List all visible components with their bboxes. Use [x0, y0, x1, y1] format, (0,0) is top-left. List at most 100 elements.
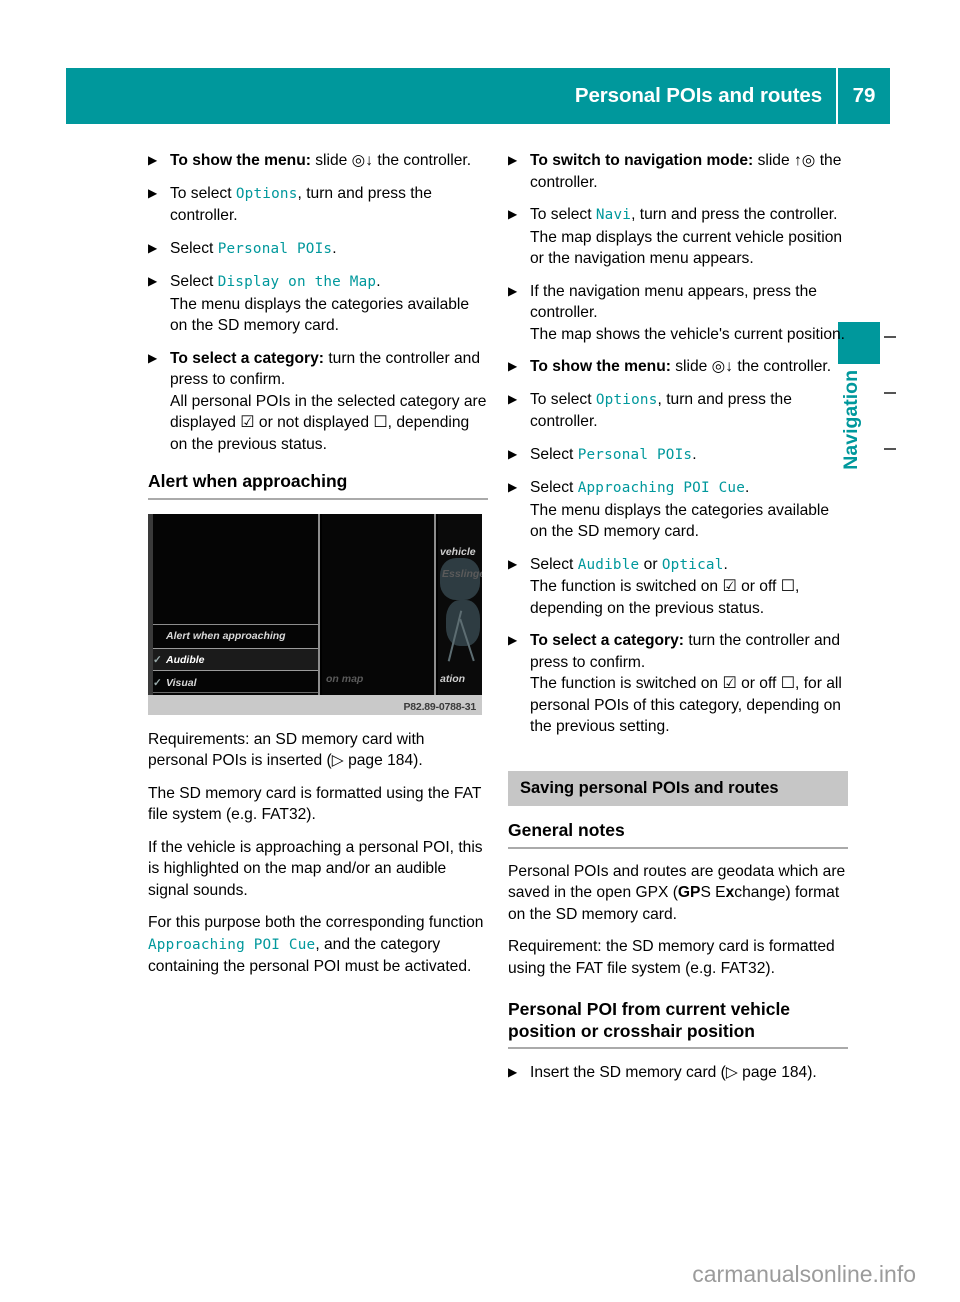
- step-text-after: .: [376, 273, 381, 290]
- step-note: The menu displays the categories availab…: [170, 295, 470, 335]
- checkbox-off-icon: ☐: [780, 578, 796, 595]
- step-note: The map shows the vehicle's current posi…: [530, 325, 846, 343]
- menu-item-text: Audible: [166, 653, 205, 666]
- figure-caption-bar: P82.89-0788-31: [148, 694, 482, 715]
- menu-item-personal-pois: Personal POIs: [217, 240, 333, 257]
- step-text: If the navigation menu appears, press th…: [530, 282, 817, 322]
- step-select-display-on-map: Select Display on the Map. The menu disp…: [148, 271, 488, 337]
- edge-tick-2: [884, 392, 896, 394]
- menu-item-text: Visual: [166, 676, 197, 689]
- step-insert-sd-card: Insert the SD memory card (▷ page 184).: [508, 1062, 848, 1084]
- page-number: 79: [852, 84, 876, 107]
- step-text-after: .: [332, 239, 337, 257]
- checkbox-off-icon: ☐: [373, 414, 388, 431]
- step-text-before: Select: [530, 479, 578, 496]
- step-select-category-2: To select a category: turn the controlle…: [508, 630, 848, 738]
- note-mid: or off: [736, 675, 781, 692]
- paragraph-requirements: Requirements: an SD memory card with per…: [148, 729, 488, 772]
- step-text-after: .: [745, 479, 750, 496]
- subsection-heading-general-notes: General notes: [508, 820, 848, 849]
- edge-tick-3: [884, 448, 896, 450]
- text-before: Insert the SD memory card (: [530, 1064, 726, 1081]
- text-after: ).: [413, 752, 423, 769]
- step-text-before: slide: [670, 358, 712, 375]
- text-after: ).: [807, 1064, 817, 1081]
- step-note: The function is switched on ☑ or off ☐, …: [530, 673, 848, 738]
- step-text-before: slide: [310, 152, 352, 169]
- step-note: The function is switched on ☑ or off ☐, …: [530, 576, 848, 619]
- note-pre: The function is switched on: [530, 675, 723, 692]
- page-reference: ▷ page 184: [725, 1064, 808, 1081]
- text-mid-1: S E: [700, 884, 726, 901]
- checkbox-on-icon: ☑: [722, 675, 737, 692]
- step-text-before: Select: [530, 555, 578, 573]
- step-text-after: , turn and press the controller.: [631, 206, 838, 223]
- check-icon: ✓: [153, 653, 162, 666]
- figure-ghost-ation: ation: [440, 672, 466, 685]
- step-text-after: .: [692, 445, 697, 463]
- paragraph-formatted: The SD memory card is formatted using th…: [148, 784, 482, 824]
- step-press-controller: If the navigation menu appears, press th…: [508, 281, 848, 346]
- step-text-before: To select: [530, 206, 596, 223]
- figure-ghost-vehicle: vehicle: [440, 545, 476, 558]
- step-note: The menu displays the categories availab…: [530, 501, 830, 541]
- menu-item-audible: Audible: [577, 556, 640, 573]
- step-text-after: the controller.: [733, 358, 832, 375]
- menu-item-display-on-the-map: Display on the Map: [217, 274, 377, 290]
- paragraph-requirement: Requirement: the SD memory card is forma…: [508, 938, 835, 977]
- map-blob-2: [446, 599, 480, 646]
- controller-down-icon: ◎↓: [711, 358, 734, 375]
- figure-alert-when-approaching: Alert when approaching ✓ Audible ✓ Visual …: [148, 513, 482, 715]
- edge-tick-1: [884, 336, 896, 338]
- step-note: The map displays the current vehicle pos…: [530, 228, 843, 268]
- step-text-before: Select: [170, 239, 218, 257]
- step-text-mid: or: [639, 555, 662, 573]
- step-text-before: To select: [530, 390, 596, 408]
- left-column: To show the menu: slide ◎↓ the controlle…: [148, 150, 488, 989]
- step-select-personal-pois-2: Select Personal POIs.: [508, 444, 848, 467]
- note-mid: or not displayed: [254, 414, 374, 431]
- page-title: Personal POIs and routes: [574, 84, 822, 107]
- step-select-audible-or-optical: Select Audible or Optical. The function …: [508, 554, 848, 620]
- text-mid-2: change: [734, 884, 786, 901]
- step-text-after: the controller.: [373, 152, 472, 169]
- menu-item-navi: Navi: [595, 207, 632, 223]
- step-label: To select a category:: [170, 349, 324, 367]
- figure-image: Alert when approaching ✓ Audible ✓ Visual …: [148, 513, 482, 695]
- page-header-bar: Personal POIs and routes 79: [66, 68, 890, 124]
- step-select-options: To select Options, turn and press the co…: [148, 183, 488, 227]
- paragraph-approaching: If the vehicle is approaching a personal…: [148, 838, 483, 899]
- step-text-before: Select: [170, 273, 218, 290]
- controller-up-icon: ↑◎: [793, 152, 816, 169]
- step-select-navi: To select Navi, turn and press the contr…: [508, 204, 848, 270]
- text-bold-x: x: [725, 884, 735, 901]
- page-reference: ▷ page 184: [331, 752, 414, 769]
- step-select-personal-pois: Select Personal POIs.: [148, 238, 488, 261]
- section-heading-saving-personal-pois: Saving personal POIs and routes: [508, 770, 848, 806]
- menu-item-options: Options: [595, 391, 658, 408]
- subsection-heading-personal-poi-position: Personal POI from current vehicle positi…: [508, 999, 848, 1049]
- step-show-menu: To show the menu: slide ◎↓ the controlle…: [148, 150, 488, 172]
- step-label: To show the menu:: [170, 152, 311, 169]
- step-text-before: To select: [170, 184, 236, 202]
- step-label: To select a category:: [530, 632, 684, 649]
- step-select-category: To select a category: turn the controlle…: [148, 348, 488, 456]
- menu-item-optical: Optical: [661, 556, 724, 573]
- checkbox-on-icon: ☑: [722, 578, 737, 595]
- menu-item-personal-pois: Personal POIs: [577, 446, 693, 463]
- menu-item-approaching-poi-cue: Approaching POI Cue: [148, 936, 316, 953]
- figure-menu-title: Alert when approaching: [153, 623, 318, 647]
- step-label: To show the menu:: [530, 358, 671, 375]
- step-text-before: slide: [753, 152, 794, 169]
- figure-ghost-on-map: on map: [326, 672, 364, 685]
- figure-middle-pane: [322, 513, 436, 695]
- step-select-approaching-poi-cue: Select Approaching POI Cue. The menu dis…: [508, 477, 848, 543]
- menu-item-approaching-poi-cue: Approaching POI Cue: [577, 480, 746, 496]
- figure-menu-item-audible: ✓ Audible: [153, 647, 318, 671]
- figure-ghost-esslingen: Esslingen: [442, 567, 482, 580]
- paragraph-geodata: Personal POIs and routes are geodata whi…: [508, 861, 848, 926]
- controller-down-icon: ◎↓: [351, 152, 374, 169]
- step-text-before: Select: [530, 445, 578, 463]
- right-column: To switch to navigation mode: slide ↑◎ t…: [508, 150, 848, 1095]
